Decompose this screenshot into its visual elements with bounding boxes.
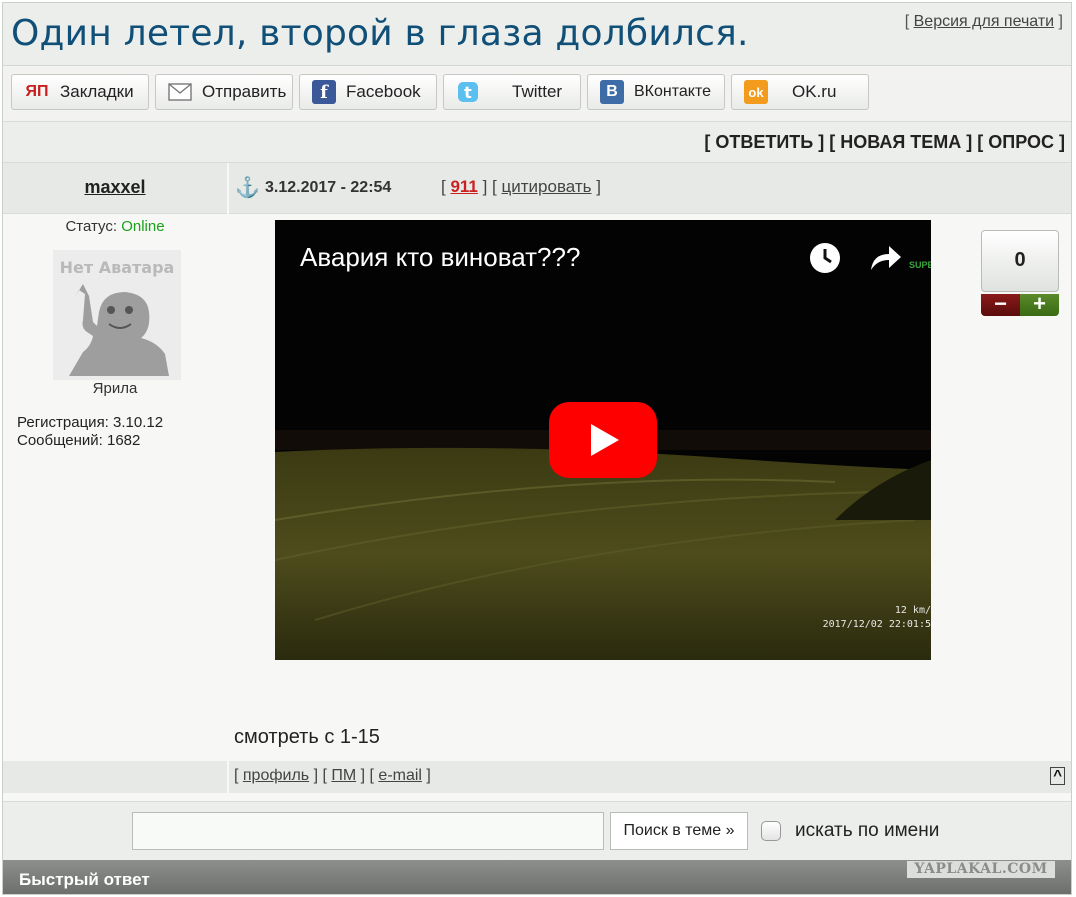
new-topic-button[interactable]: [ НОВАЯ ТЕМА ] xyxy=(829,132,972,152)
mail-icon xyxy=(168,80,192,104)
author-link[interactable]: maxxel xyxy=(3,177,227,198)
video-speed: 12 km/ xyxy=(894,605,931,616)
reply-button[interactable]: [ ОТВЕТИТЬ ] xyxy=(704,132,824,152)
share-label: OK.ru xyxy=(792,82,837,101)
search-by-name-checkbox[interactable] xyxy=(761,821,781,841)
video-timestamp: 12 km/ 2017/12/02 22:01:5 xyxy=(823,604,931,632)
share-twitter-button[interactable]: t Twitter xyxy=(443,74,581,110)
user-status: Статус: Online xyxy=(3,218,227,235)
scroll-top-button[interactable]: ^ xyxy=(1050,767,1065,785)
share-label: Twitter xyxy=(512,82,563,101)
post-text: смотреть с 1-15 xyxy=(234,726,380,748)
odnoklassniki-icon: ok xyxy=(744,80,768,104)
anchor-icon[interactable]: ⚓ xyxy=(235,175,260,200)
user-stats: Регистрация: 3.10.12 Сообщений: 1682 xyxy=(17,414,163,450)
facebook-icon: f xyxy=(312,80,336,104)
vote-plus-button[interactable]: + xyxy=(1020,293,1059,316)
quote-link[interactable]: цитировать xyxy=(502,177,592,196)
yap-bookmarks-icon: ЯП xyxy=(25,83,49,100)
share-label: Facebook xyxy=(346,82,421,101)
youtube-video-player[interactable]: Авария кто виноват??? SUPE 12 km/ 2017/1… xyxy=(275,220,931,660)
topic-search-button[interactable]: Поиск в теме » xyxy=(610,812,748,850)
topic-search-input[interactable] xyxy=(132,812,604,850)
registration-date: Регистрация: 3.10.12 xyxy=(17,414,164,431)
title-bar: Один летел, второй в глаза долбился. [ В… xyxy=(3,3,1071,66)
poll-button[interactable]: [ ОПРОС ] xyxy=(977,132,1065,152)
avatar-figure-icon xyxy=(69,284,169,376)
twitter-icon: t xyxy=(456,80,480,104)
topic-search-bar: Поиск в теме » искать по имени xyxy=(3,801,1071,860)
post-header: ⚓ 3.12.2017 - 22:54 [ 911 ] [ цитировать… xyxy=(229,163,1071,214)
play-button-icon[interactable] xyxy=(549,402,657,478)
share-bookmarks-button[interactable]: ЯП Закладки xyxy=(11,74,149,110)
post-links: [ 911 ] [ цитировать ] xyxy=(441,177,601,196)
topic-actions: [ ОТВЕТИТЬ ] [ НОВАЯ ТЕМА ] [ ОПРОС ] xyxy=(704,132,1065,153)
avatar: Нет Аватара xyxy=(53,250,181,380)
post-footer: [ профиль ] [ ПМ ] [ e-mail ] ^ xyxy=(229,761,1071,793)
search-by-name-label: искать по имени xyxy=(795,820,940,841)
quick-reply-bar: Быстрый ответ YAPLAKAL.COM xyxy=(3,860,1071,894)
share-arrow-icon[interactable] xyxy=(867,242,903,274)
page-title: Один летел, второй в глаза долбился. xyxy=(11,13,749,54)
pm-link[interactable]: ПМ xyxy=(331,767,356,784)
vote-minus-button[interactable]: − xyxy=(981,293,1020,316)
share-label: Отправить xyxy=(202,82,287,101)
share-ok-button[interactable]: ok OK.ru xyxy=(731,74,869,110)
profile-link[interactable]: профиль xyxy=(243,767,309,784)
post-author-header: maxxel xyxy=(3,163,227,214)
share-label: ВКонтакте xyxy=(634,83,711,100)
yaplakal-logo: YAPLAKAL.COM xyxy=(907,861,1055,878)
share-label: Закладки xyxy=(60,82,134,101)
watch-later-icon[interactable] xyxy=(809,242,841,274)
video-title: Авария кто виноват??? xyxy=(300,242,581,272)
post-content: Авария кто виноват??? SUPE 12 km/ 2017/1… xyxy=(229,214,1071,760)
email-link[interactable]: e-mail xyxy=(378,767,422,784)
video-datetime: 2017/12/02 22:01:5 xyxy=(822,619,931,630)
share-bar: ЯП Закладки Отправить f Facebook t Twitt… xyxy=(3,66,1071,122)
rating-count: 0 xyxy=(1014,249,1026,271)
print-version: [ Версия для печати ] xyxy=(904,13,1063,30)
svg-text:t: t xyxy=(464,83,472,102)
share-vkontakte-button[interactable]: В ВКонтакте xyxy=(587,74,725,110)
page-frame: Один летел, второй в глаза долбился. [ В… xyxy=(2,2,1072,895)
report-count-link[interactable]: 911 xyxy=(450,177,477,196)
user-info-column: Статус: Online Нет Аватара Ярила Регистр… xyxy=(3,214,227,760)
user-links: [ профиль ] [ ПМ ] [ e-mail ] xyxy=(234,767,431,784)
print-version-link[interactable]: Версия для печати xyxy=(914,13,1054,30)
post-date: 3.12.2017 - 22:54 xyxy=(265,179,392,196)
vkontakte-icon: В xyxy=(600,80,624,104)
topic-actions-bar: [ ОТВЕТИТЬ ] [ НОВАЯ ТЕМА ] [ ОПРОС ] xyxy=(3,122,1071,163)
status-label: Статус: xyxy=(65,218,118,235)
rating-box: 0 xyxy=(981,230,1059,292)
post-footer-left xyxy=(3,761,227,793)
status-online: Online xyxy=(121,218,165,235)
quick-reply-toggle[interactable]: Быстрый ответ xyxy=(19,870,150,890)
user-title: Ярила xyxy=(92,380,138,397)
share-send-button[interactable]: Отправить xyxy=(155,74,293,110)
share-facebook-button[interactable]: f Facebook xyxy=(299,74,437,110)
message-count: Сообщений: 1682 xyxy=(17,432,141,449)
channel-watermark: SUPE xyxy=(909,260,931,270)
post-rating: 0 − + xyxy=(981,230,1059,316)
